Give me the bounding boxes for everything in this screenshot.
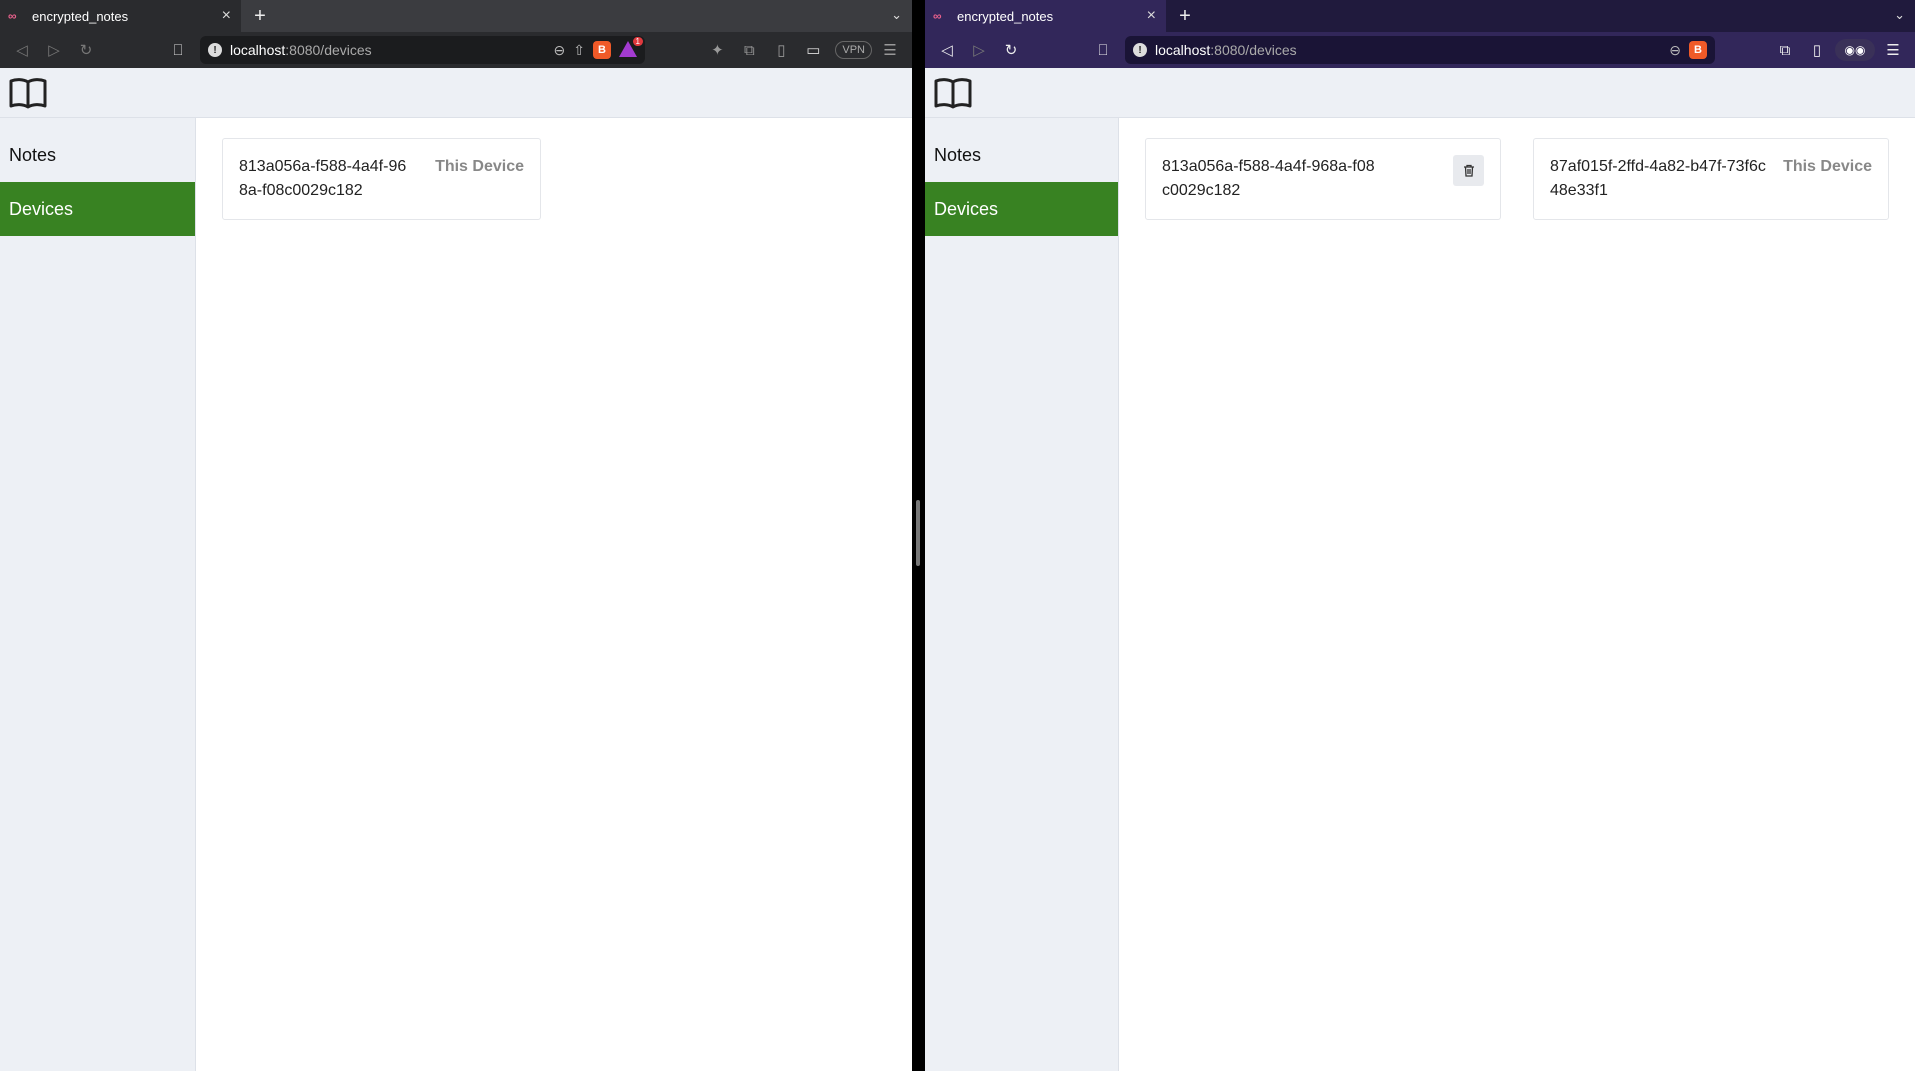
private-glasses-icon[interactable]: ◉◉ [1835, 39, 1875, 61]
share-icon[interactable]: ⇧ [573, 42, 585, 59]
url-path: :8080/devices [1210, 42, 1297, 58]
rewards-badge: 1 [632, 37, 643, 46]
delete-device-button[interactable] [1453, 155, 1484, 186]
tab-title: encrypted_notes [957, 8, 1054, 24]
split-divider-handle[interactable] [916, 500, 920, 566]
extensions-icon[interactable]: ✦ [703, 36, 731, 64]
sidebar-item-devices[interactable]: Devices [0, 182, 195, 236]
reload-icon[interactable]: ↻ [997, 36, 1025, 64]
url-host: localhost [1155, 42, 1211, 58]
device-card: 87af015f-2ffd-4a82-b47f-73f6c48e33f1 Thi… [1533, 138, 1889, 220]
tab-close-icon[interactable]: × [1147, 7, 1156, 25]
tab-bar: ∞ encrypted_notes × + ⌄ [0, 0, 912, 32]
tab-encrypted-notes[interactable]: ∞ encrypted_notes × [925, 0, 1166, 32]
menu-icon[interactable]: ☰ [876, 36, 904, 64]
menu-icon[interactable]: ☰ [1879, 36, 1907, 64]
app-body: Notes Devices 813a056a-f588-4a4f-968a-f0… [0, 118, 912, 1071]
app-header [925, 68, 1915, 118]
forward-icon[interactable]: ▷ [40, 36, 68, 64]
tab-close-icon[interactable]: × [222, 7, 231, 25]
app-header [0, 68, 912, 118]
brave-shield-icon[interactable]: B [593, 41, 611, 59]
app-body: Notes Devices 813a056a-f588-4a4f-968a-f0… [925, 118, 1915, 1071]
trash-icon [1463, 164, 1474, 177]
bookmark-icon[interactable]: ⎕ [164, 36, 192, 64]
devices-list: 813a056a-f588-4a4f-968a-f08c0029c182 87a… [1119, 118, 1915, 1071]
book-logo-icon[interactable] [934, 76, 972, 110]
device-id: 813a056a-f588-4a4f-968a-f08c0029c182 [1162, 158, 1375, 199]
url-text[interactable]: localhost:8080/devices [230, 42, 546, 58]
book-logo-icon[interactable] [9, 76, 47, 110]
new-tab-button[interactable]: + [1166, 0, 1204, 32]
address-bar[interactable]: ! localhost:8080/devices ⊖ B [1125, 36, 1715, 64]
device-card: 813a056a-f588-4a4f-968a-f08c0029c182 [1145, 138, 1501, 220]
back-icon[interactable]: ◁ [8, 36, 36, 64]
new-tab-button[interactable]: + [241, 0, 279, 32]
site-info-icon[interactable]: ! [208, 43, 222, 57]
sidebar-item-devices[interactable]: Devices [925, 182, 1118, 236]
tab-bar: ∞ encrypted_notes × + ⌄ [925, 0, 1915, 32]
url-path: :8080/devices [285, 42, 372, 58]
forward-icon[interactable]: ▷ [965, 36, 993, 64]
left-browser-window: ∞ encrypted_notes × + ⌄ ◁ ▷ ↻ ⎕ ! localh… [0, 0, 912, 1071]
device-id: 813a056a-f588-4a4f-968a-f08c0029c182 [239, 158, 407, 199]
right-browser-window: ∞ encrypted_notes × + ⌄ ◁ ▷ ↻ ⎕ ! localh… [925, 0, 1915, 1071]
sync-icon[interactable]: ⧉ [1771, 36, 1799, 64]
tab-favicon-icon: ∞ [933, 9, 942, 23]
wallet-icon[interactable]: ▭ [799, 36, 827, 64]
tabs-dropdown-icon[interactable]: ⌄ [1894, 7, 1905, 23]
tab-encrypted-notes[interactable]: ∞ encrypted_notes × [0, 0, 241, 32]
tab-title: encrypted_notes [32, 8, 129, 24]
sidebar: Notes Devices [925, 118, 1119, 1071]
brave-rewards-icon[interactable]: 1 [619, 37, 643, 59]
device-card: 813a056a-f588-4a4f-968a-f08c0029c182 Thi… [222, 138, 541, 220]
toolbar: ◁ ▷ ↻ ⎕ ! localhost:8080/devices ⊖ ⇧ B 1… [0, 32, 912, 68]
url-host: localhost [230, 42, 286, 58]
back-icon[interactable]: ◁ [933, 36, 961, 64]
address-bar[interactable]: ! localhost:8080/devices ⊖ ⇧ B 1 [200, 36, 645, 64]
vpn-button[interactable]: VPN [835, 41, 872, 59]
reload-icon[interactable]: ↻ [72, 36, 100, 64]
zoom-icon[interactable]: ⊖ [1669, 42, 1681, 59]
this-device-label: This Device [435, 158, 524, 175]
site-info-icon[interactable]: ! [1133, 43, 1147, 57]
sidebar-icon[interactable]: ▯ [767, 36, 795, 64]
devices-list: 813a056a-f588-4a4f-968a-f08c0029c182 Thi… [196, 118, 912, 1071]
sidebar-item-notes[interactable]: Notes [0, 128, 195, 182]
sidebar-item-notes[interactable]: Notes [925, 128, 1118, 182]
this-device-label: This Device [1783, 158, 1872, 175]
sidebar: Notes Devices [0, 118, 196, 1071]
tabs-dropdown-icon[interactable]: ⌄ [891, 7, 902, 23]
toolbar: ◁ ▷ ↻ ⎕ ! localhost:8080/devices ⊖ B ⧉ ▯… [925, 32, 1915, 68]
tab-favicon-icon: ∞ [8, 9, 17, 23]
bookmark-icon[interactable]: ⎕ [1089, 36, 1117, 64]
sidebar-icon[interactable]: ▯ [1803, 36, 1831, 64]
url-text[interactable]: localhost:8080/devices [1155, 42, 1661, 58]
device-id: 87af015f-2ffd-4a82-b47f-73f6c48e33f1 [1550, 158, 1766, 199]
zoom-icon[interactable]: ⊖ [554, 42, 566, 59]
sync-icon[interactable]: ⧉ [735, 36, 763, 64]
brave-shield-icon[interactable]: B [1689, 41, 1707, 59]
